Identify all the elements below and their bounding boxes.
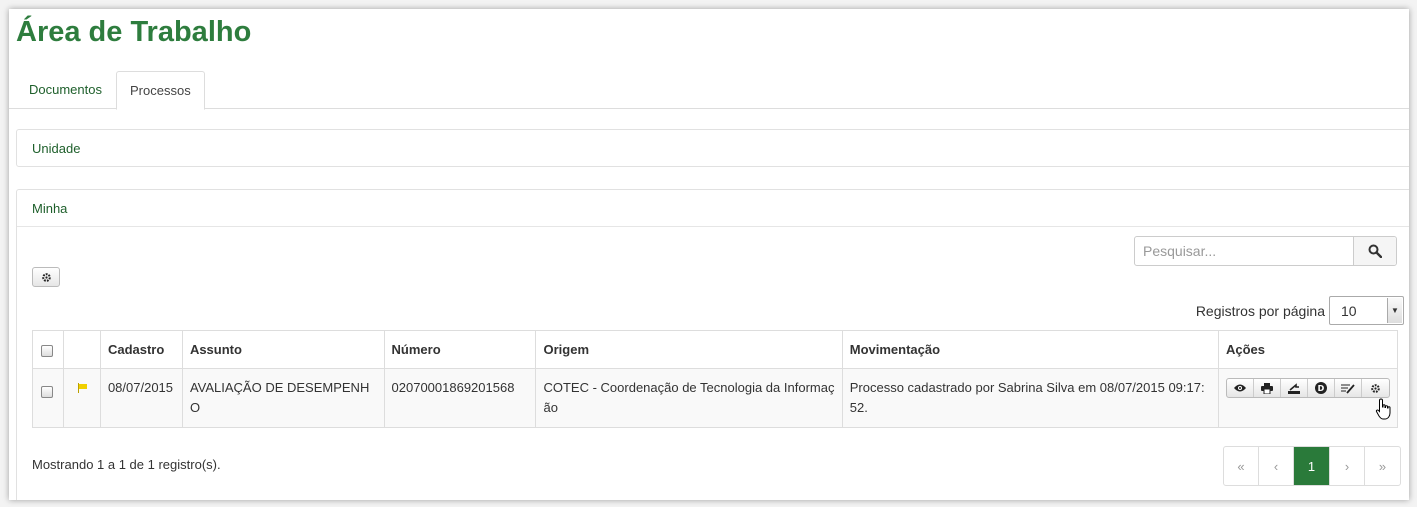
flag-header [62, 330, 101, 369]
row-actions-cell: D [1217, 368, 1399, 428]
page-title: Área de Trabalho [16, 16, 252, 48]
row-cadastro: 08/07/2015 [99, 368, 183, 428]
panel-unidade-heading[interactable]: Unidade [17, 130, 1409, 167]
chevron-down-icon: ▼ [1387, 298, 1402, 323]
gear-icon [41, 272, 51, 282]
records-per-page-value: 10 [1341, 303, 1357, 319]
workspace-window: Área de Trabalho Documentos Processos Un… [9, 9, 1409, 500]
row-actions-group: D [1225, 378, 1390, 398]
search-input[interactable] [1135, 237, 1353, 265]
send-button[interactable] [1281, 379, 1308, 397]
processes-table: Cadastro Assunto Número Origem Movimenta… [32, 330, 1399, 428]
print-button[interactable] [1254, 379, 1281, 397]
svg-text:D: D [1318, 384, 1325, 393]
search-button[interactable] [1353, 237, 1396, 265]
print-icon [1260, 382, 1273, 394]
search-box [1134, 236, 1397, 266]
row-movimentacao: Processo cadastrado por Sabrina Silva em… [841, 368, 1219, 428]
select-all-cell [32, 330, 64, 369]
table-header-row: Cadastro Assunto Número Origem Movimenta… [32, 330, 1399, 369]
row-settings-button[interactable] [1362, 379, 1389, 397]
tab-processos[interactable]: Processos [116, 71, 205, 110]
records-summary: Mostrando 1 a 1 de 1 registro(s). [32, 457, 221, 472]
tab-bar: Documentos Processos [9, 71, 1409, 110]
records-per-page-select[interactable]: 10 ▼ [1329, 296, 1404, 325]
records-per-page-label: Registros por página [1195, 302, 1325, 319]
panel-minha: Minha Registros por página 10 ▼ [16, 189, 1409, 500]
pagination: « ‹ 1 › » [1223, 446, 1401, 486]
select-all-checkbox[interactable] [41, 344, 53, 357]
column-header-movimentacao[interactable]: Movimentação [841, 330, 1219, 369]
edit-button[interactable] [1335, 379, 1362, 397]
search-icon [1368, 244, 1382, 258]
row-checkbox[interactable] [41, 385, 53, 398]
records-per-page: Registros por página 10 ▼ [1196, 296, 1404, 325]
pagination-page-current[interactable]: 1 [1294, 447, 1330, 485]
row-flag-cell [62, 368, 101, 428]
send-icon [1287, 382, 1300, 394]
pagination-next[interactable]: › [1330, 447, 1365, 485]
tab-documentos[interactable]: Documentos [16, 71, 115, 109]
panel-minha-heading[interactable]: Minha [17, 190, 1409, 227]
table-row: 08/07/2015 AVALIAÇÃO DE DESEMPENHO 02070… [32, 368, 1399, 428]
pagination-prev[interactable]: ‹ [1259, 447, 1294, 485]
eye-icon [1233, 384, 1246, 392]
row-numero: 02070001869201568 [383, 368, 537, 428]
column-header-acoes: Ações [1217, 330, 1399, 369]
column-header-numero[interactable]: Número [383, 330, 537, 369]
table-settings-button[interactable] [32, 267, 60, 287]
hand-cursor-icon [1375, 398, 1391, 420]
column-header-assunto[interactable]: Assunto [181, 330, 385, 369]
document-button[interactable]: D [1308, 379, 1335, 397]
column-header-origem[interactable]: Origem [535, 330, 843, 369]
row-select-cell [32, 368, 64, 428]
edit-icon [1340, 383, 1355, 394]
row-origem: COTEC - Coordenação de Tecnologia da Inf… [535, 368, 843, 428]
gear-icon [1371, 383, 1380, 393]
row-assunto: AVALIAÇÃO DE DESEMPENHO [181, 368, 385, 428]
panel-unidade: Unidade [16, 129, 1409, 167]
flag-icon [77, 383, 88, 393]
d-icon: D [1314, 382, 1327, 394]
view-button[interactable] [1227, 379, 1254, 397]
pagination-first[interactable]: « [1224, 447, 1259, 485]
column-header-cadastro[interactable]: Cadastro [99, 330, 183, 369]
pagination-last[interactable]: » [1365, 447, 1400, 485]
